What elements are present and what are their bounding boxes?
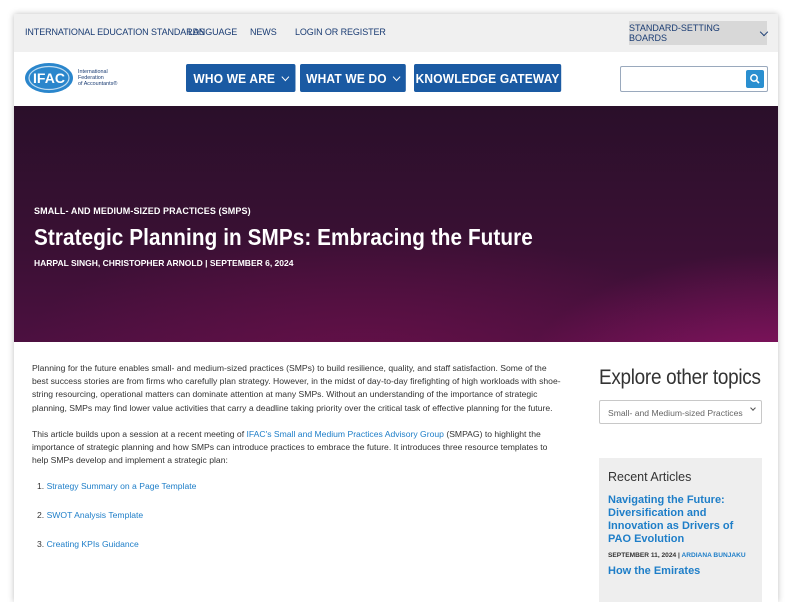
article-body: Planning for the future enables small- a…: [32, 362, 562, 567]
nav-who-we-are[interactable]: WHO WE ARE: [186, 64, 296, 92]
article-paragraph: This article builds upon a session at a …: [32, 428, 562, 468]
smpag-link[interactable]: IFAC's Small and Medium Practices Adviso…: [246, 429, 443, 439]
link-education-standards[interactable]: INTERNATIONAL EDUCATION STANDARDS: [25, 27, 205, 37]
nav-what-we-do[interactable]: WHAT WE DO: [300, 64, 406, 92]
article-title: Strategic Planning in SMPs: Embracing th…: [34, 224, 533, 250]
paragraph-text: This article builds upon a session at a …: [32, 428, 247, 439]
resource-link[interactable]: Strategy Summary on a Page Template: [47, 481, 197, 491]
topic-select-value: Small- and Medium-sized Practices: [608, 408, 743, 418]
sidebar: Explore other topics Small- and Medium-s…: [599, 366, 777, 602]
ifac-logo[interactable]: IFAC International Federation of Account…: [24, 61, 174, 95]
resource-link[interactable]: SWOT Analysis Template: [47, 510, 144, 520]
recent-article-link[interactable]: Navigating the Future: Diversification a…: [608, 494, 753, 546]
search-button[interactable]: [746, 70, 764, 88]
chevron-down-icon: [281, 72, 290, 81]
list-number: 3.: [37, 539, 45, 550]
article-category[interactable]: SMALL- AND MEDIUM-SIZED PRACTICES (SMPS): [34, 206, 251, 216]
search-box: [620, 66, 768, 92]
nav-knowledge-gateway-label: KNOWLEDGE GATEWAY: [415, 70, 560, 86]
utility-bar: INTERNATIONAL EDUCATION STANDARDS LANGUA…: [14, 14, 778, 52]
topic-select[interactable]: Small- and Medium-sized Practices: [599, 400, 762, 424]
resource-list: 1. Strategy Summary on a Page Template 2…: [32, 480, 562, 551]
list-number: 2.: [37, 510, 45, 521]
logo-mark-text: IFAC: [33, 70, 65, 86]
list-item: 2. SWOT Analysis Template: [37, 509, 562, 522]
list-number: 1.: [37, 481, 45, 492]
recent-article-link[interactable]: How the Emirates: [608, 565, 753, 578]
recent-articles-heading: Recent Articles: [608, 470, 692, 484]
link-language[interactable]: LANGUAGE: [188, 27, 237, 37]
link-news[interactable]: NEWS: [250, 27, 277, 37]
recent-article-meta: SEPTEMBER 11, 2024 | ARDIANA BUNJAKU: [608, 551, 753, 560]
chevron-down-icon: [759, 27, 769, 36]
nav-what-we-do-label: WHAT WE DO: [306, 70, 387, 86]
nav-who-we-are-label: WHO WE ARE: [193, 70, 276, 86]
browser-page: INTERNATIONAL EDUCATION STANDARDS LANGUA…: [14, 14, 778, 602]
recent-article-date: SEPTEMBER 11, 2024 |: [608, 552, 682, 559]
article-paragraph: Planning for the future enables small- a…: [32, 363, 561, 413]
logo-line3: of Accountants®: [78, 80, 117, 87]
chevron-down-icon: [393, 72, 401, 81]
main-header: IFAC International Federation of Account…: [14, 52, 778, 106]
hero-banner: SMALL- AND MEDIUM-SIZED PRACTICES (SMPS)…: [14, 106, 778, 342]
search-input[interactable]: [625, 70, 741, 88]
list-item: 3. Creating KPIs Guidance: [37, 538, 562, 551]
ifac-logo-icon: IFAC International Federation of Account…: [25, 63, 117, 93]
recent-article-author[interactable]: ARDIANA BUNJAKU: [681, 552, 745, 559]
standard-setting-boards-dropdown[interactable]: STANDARD-SETTING BOARDS: [629, 21, 769, 45]
link-login-register[interactable]: LOGIN OR REGISTER: [295, 27, 386, 37]
explore-topics-heading: Explore other topics: [599, 366, 761, 389]
recent-articles-panel: Recent Articles Navigating the Future: D…: [599, 458, 762, 602]
list-item: 1. Strategy Summary on a Page Template: [37, 480, 562, 493]
nav-knowledge-gateway[interactable]: KNOWLEDGE GATEWAY: [414, 64, 562, 92]
resource-link[interactable]: Creating KPIs Guidance: [47, 539, 139, 549]
chevron-down-icon: [750, 405, 756, 411]
standard-setting-boards-label: STANDARD-SETTING BOARDS: [629, 23, 720, 43]
search-icon: [750, 74, 760, 84]
article-byline: HARPAL SINGH, CHRISTOPHER ARNOLD | SEPTE…: [34, 258, 294, 268]
